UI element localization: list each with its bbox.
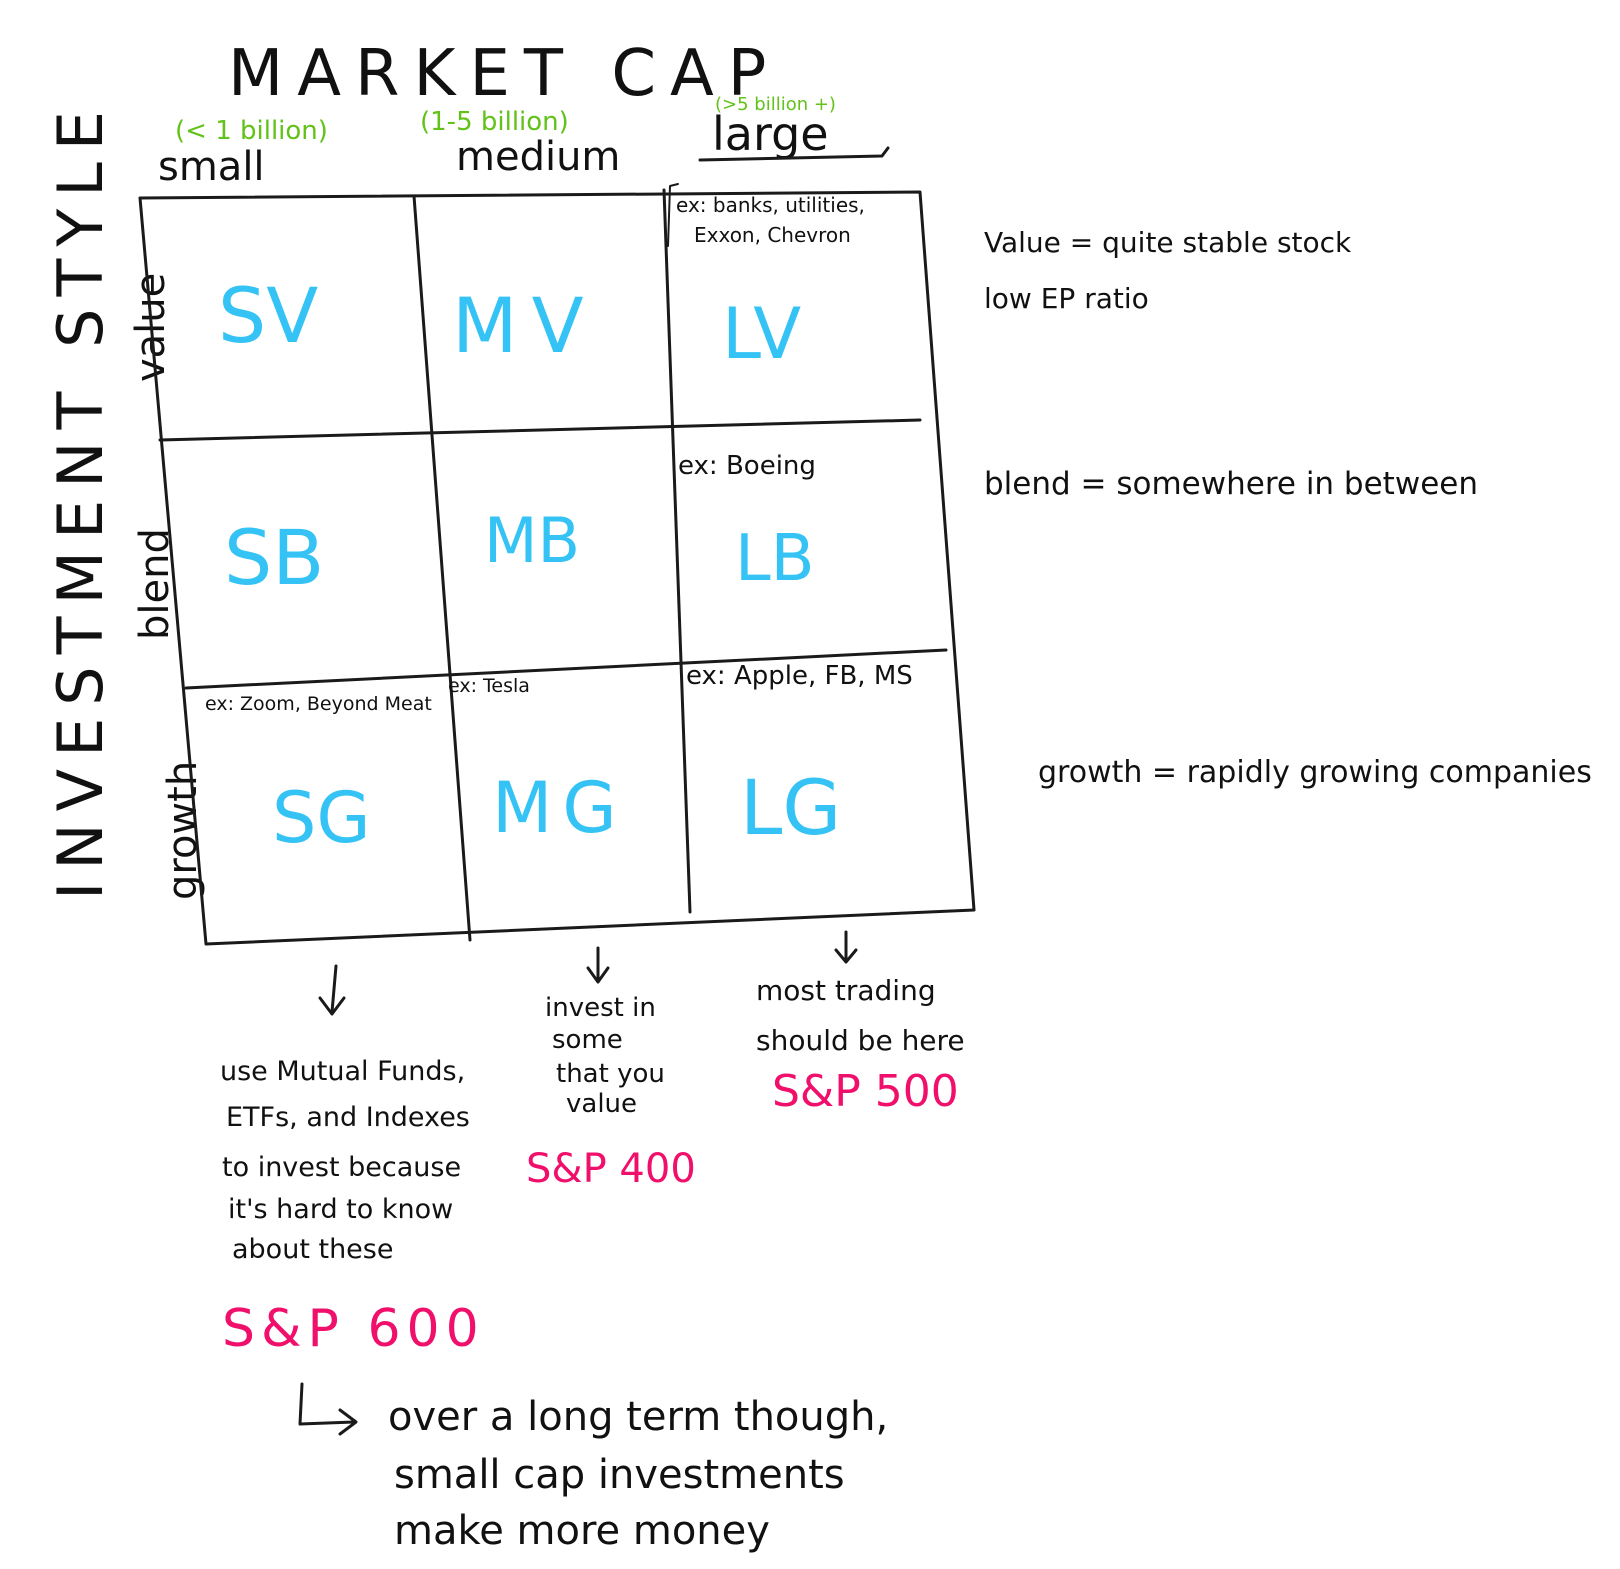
diagram-title: MARKET CAP xyxy=(228,37,780,111)
example-large-blend: ex: Boeing xyxy=(678,451,816,481)
example-large-value-1: ex: banks, utilities, xyxy=(676,193,865,217)
note-large-1: most trading xyxy=(756,974,936,1007)
column-range-medium: (1-5 billion) xyxy=(420,107,569,137)
note-medium-4: value xyxy=(566,1089,637,1119)
side-title: INVESTMENT STYLE xyxy=(44,99,117,900)
definition-value-1: Value = quite stable stock xyxy=(984,226,1352,259)
cell-small-growth: SG xyxy=(272,777,371,859)
grid-hline-1 xyxy=(158,418,922,442)
example-large-value-2: Exxon, Chevron xyxy=(694,223,851,247)
column-range-small: (< 1 billion) xyxy=(175,116,328,146)
note-medium-3: that you xyxy=(556,1059,665,1089)
down-arrow-icon xyxy=(318,964,346,1016)
definition-growth: growth = rapidly growing companies xyxy=(1038,755,1592,790)
note-medium-1: invest in xyxy=(545,993,656,1023)
index-medium: S&P 400 xyxy=(526,1146,696,1192)
down-arrow-icon xyxy=(834,930,858,964)
note-small-1: use Mutual Funds, xyxy=(220,1056,465,1087)
hook-arrow-icon xyxy=(298,1382,358,1436)
note-small-5: about these xyxy=(232,1234,393,1265)
column-label-large: large xyxy=(712,107,829,161)
cell-medium-value: MV xyxy=(452,281,598,370)
footer-note-3: make more money xyxy=(394,1508,770,1554)
cell-large-growth: LG xyxy=(740,763,841,852)
cell-medium-growth: MG xyxy=(492,767,627,849)
footer-note-2: small cap investments xyxy=(394,1452,845,1498)
market-cap-style-diagram: MARKET CAP INVESTMENT STYLE (< 1 billion… xyxy=(44,37,1592,1554)
definition-value-2: low EP ratio xyxy=(984,282,1149,315)
column-label-small: small xyxy=(158,144,265,190)
note-medium-2: some xyxy=(552,1025,623,1055)
down-arrow-icon xyxy=(586,946,610,984)
cell-small-blend: SB xyxy=(224,513,324,602)
example-medium-growth: ex: Tesla xyxy=(448,675,530,697)
note-small-3: to invest because xyxy=(222,1152,461,1183)
cell-small-value: SV xyxy=(218,271,318,360)
note-large-2: should be here xyxy=(756,1024,965,1057)
example-small-growth: ex: Zoom, Beyond Meat xyxy=(205,693,432,715)
index-small: S&P 600 xyxy=(222,1299,485,1359)
footer-note-1: over a long term though, xyxy=(388,1394,888,1440)
cell-medium-blend: MB xyxy=(484,504,580,577)
note-small-4: it's hard to know xyxy=(228,1194,453,1225)
example-large-growth: ex: Apple, FB, MS xyxy=(686,661,913,691)
index-large: S&P 500 xyxy=(772,1066,959,1117)
cell-large-blend: LB xyxy=(735,522,815,596)
cell-large-value: LV xyxy=(722,293,801,375)
grid-vline-2 xyxy=(662,188,692,914)
note-small-2: ETFs, and Indexes xyxy=(226,1102,470,1133)
definition-blend: blend = somewhere in between xyxy=(984,466,1478,502)
column-label-medium: medium xyxy=(456,134,620,180)
